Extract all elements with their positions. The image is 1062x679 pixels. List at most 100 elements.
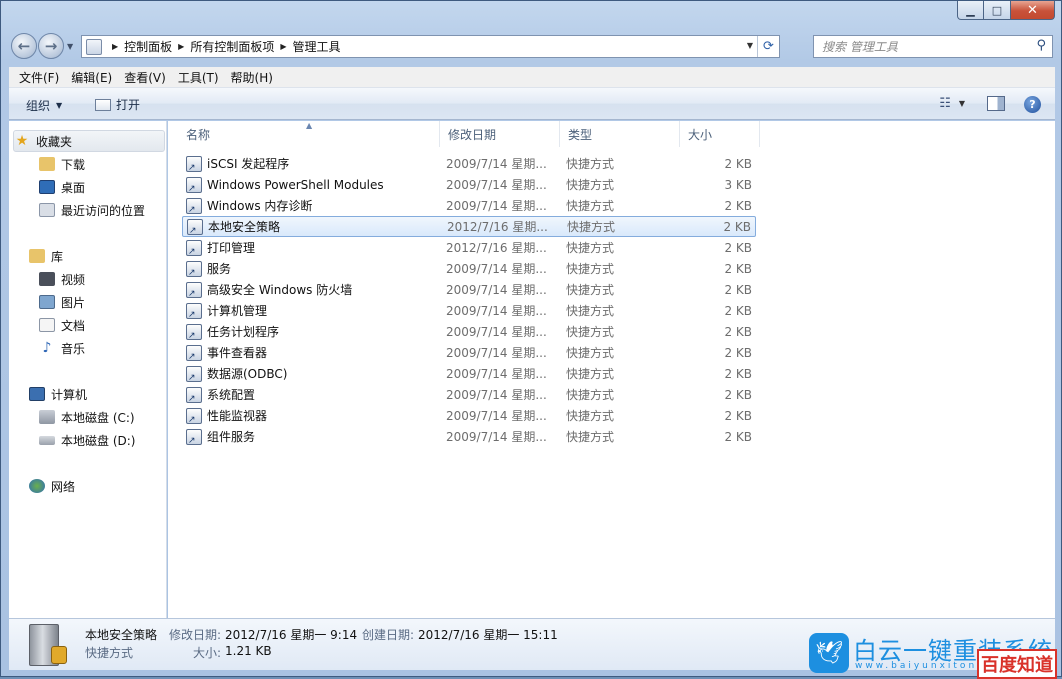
column-header-size[interactable]: 大小 xyxy=(680,121,760,147)
file-date: 2012/7/16 星期... xyxy=(447,220,548,234)
search-icon[interactable]: ⚲ xyxy=(1036,38,1046,53)
minimize-button[interactable]: ▁ xyxy=(957,1,984,20)
shortcut-icon xyxy=(187,218,203,236)
change-view-button[interactable]: ☷ ▼ xyxy=(939,96,965,111)
nav-music[interactable]: ♪ 音乐 xyxy=(39,337,85,359)
menu-edit[interactable]: 编辑(E) xyxy=(65,69,118,86)
nav-computer[interactable]: 计算机 xyxy=(29,383,87,405)
organize-button[interactable]: 组织 ▼ xyxy=(26,97,62,114)
menu-help[interactable]: 帮助(H) xyxy=(225,69,279,86)
file-row[interactable]: Windows PowerShell Modules 2009/7/14 星期.… xyxy=(182,174,756,195)
file-type: 快捷方式 xyxy=(566,367,615,381)
file-row[interactable]: 系统配置 2009/7/14 星期... 快捷方式 2 KB xyxy=(182,384,756,405)
file-size: 2 KB xyxy=(723,219,751,234)
nav-desktop[interactable]: 桌面 xyxy=(39,176,85,198)
nav-downloads[interactable]: 下载 xyxy=(39,153,85,175)
file-row[interactable]: iSCSI 发起程序 2009/7/14 星期... 快捷方式 2 KB xyxy=(182,153,756,174)
column-header-size-label: 大小 xyxy=(688,127,713,142)
details-file-name: 本地安全策略 xyxy=(85,628,158,642)
search-input[interactable]: 搜索 管理工具 ⚲ xyxy=(813,35,1053,58)
shortcut-icon xyxy=(186,302,202,320)
nav-network[interactable]: 网络 xyxy=(29,475,75,497)
shortcut-icon xyxy=(186,281,202,299)
file-row[interactable]: 组件服务 2009/7/14 星期... 快捷方式 2 KB xyxy=(182,426,756,447)
breadcrumb-control-panel[interactable]: 控制面板 xyxy=(124,38,172,55)
nav-drive-c[interactable]: 本地磁盘 (C:) xyxy=(39,406,135,428)
file-name: 打印管理 xyxy=(207,241,256,255)
navigation-pane: ★ 收藏夹 下载 桌面 最近访问的位置 库 视频 图片 文档 ♪ 音乐 计算机 … xyxy=(9,121,167,618)
nav-videos[interactable]: 视频 xyxy=(39,268,85,290)
recent-places-icon xyxy=(39,203,55,217)
recent-pages-dropdown-icon[interactable]: ▼ xyxy=(67,42,73,51)
preview-pane-button[interactable] xyxy=(987,96,1005,111)
nav-recent-label: 最近访问的位置 xyxy=(61,203,146,218)
file-type: 快捷方式 xyxy=(566,178,615,192)
open-button[interactable]: 打开 xyxy=(95,96,140,113)
nav-drive-d[interactable]: 本地磁盘 (D:) xyxy=(39,429,135,451)
file-date: 2009/7/14 星期... xyxy=(446,283,547,297)
chevron-right-icon[interactable]: ▶ xyxy=(178,42,184,51)
menu-view[interactable]: 查看(V) xyxy=(118,69,172,86)
file-date: 2009/7/14 星期... xyxy=(446,388,547,402)
file-size: 2 KB xyxy=(724,240,752,255)
file-size: 2 KB xyxy=(724,429,752,444)
file-row[interactable]: 数据源(ODBC) 2009/7/14 星期... 快捷方式 2 KB xyxy=(182,363,756,384)
control-panel-icon xyxy=(86,38,102,55)
details-file-kind: 快捷方式 xyxy=(85,646,134,660)
lock-icon xyxy=(51,646,67,664)
file-date: 2009/7/14 星期... xyxy=(446,409,547,423)
menu-file[interactable]: 文件(F) xyxy=(13,69,65,86)
nav-documents[interactable]: 文档 xyxy=(39,314,85,336)
open-icon xyxy=(95,98,111,111)
file-name: 计算机管理 xyxy=(207,304,268,318)
address-bar[interactable]: ▶ 控制面板 ▶ 所有控制面板项 ▶ 管理工具 ▼ ⟳ xyxy=(81,35,780,58)
chevron-right-icon[interactable]: ▶ xyxy=(112,42,118,51)
back-button[interactable]: ← xyxy=(11,33,37,59)
file-name: 任务计划程序 xyxy=(207,325,280,339)
nav-drive-d-label: 本地磁盘 (D:) xyxy=(61,433,136,448)
file-name: 性能监视器 xyxy=(207,409,268,423)
chevron-right-icon[interactable]: ▶ xyxy=(280,42,286,51)
help-button[interactable]: ? xyxy=(1024,96,1041,113)
file-size: 2 KB xyxy=(724,261,752,276)
details-modified-value: 2012/7/16 星期一 9:14 xyxy=(225,628,358,642)
nav-downloads-label: 下载 xyxy=(61,157,86,172)
file-row[interactable]: 计算机管理 2009/7/14 星期... 快捷方式 2 KB xyxy=(182,300,756,321)
documents-icon xyxy=(39,318,55,332)
file-row[interactable]: 打印管理 2012/7/16 星期... 快捷方式 2 KB xyxy=(182,237,756,258)
column-header-date[interactable]: 修改日期 xyxy=(440,121,560,147)
file-row[interactable]: 性能监视器 2009/7/14 星期... 快捷方式 2 KB xyxy=(182,405,756,426)
nav-libraries[interactable]: 库 xyxy=(29,245,63,267)
nav-pictures[interactable]: 图片 xyxy=(39,291,85,313)
nav-recent[interactable]: 最近访问的位置 xyxy=(39,199,145,221)
file-size: 2 KB xyxy=(724,303,752,318)
file-row[interactable]: 高级安全 Windows 防火墙 2009/7/14 星期... 快捷方式 2 … xyxy=(182,279,756,300)
forward-button[interactable]: → xyxy=(38,33,64,59)
nav-network-label: 网络 xyxy=(51,479,76,494)
libraries-icon xyxy=(29,249,45,263)
explorer-window: ▁ □ ✕ ← → ▼ ▶ 控制面板 ▶ 所有控制面板项 ▶ 管理工具 ▼ ⟳ … xyxy=(0,0,1062,679)
file-name: 系统配置 xyxy=(207,388,256,402)
breadcrumb-admin-tools[interactable]: 管理工具 xyxy=(293,38,341,55)
pictures-icon xyxy=(39,295,55,309)
address-history-dropdown-icon[interactable]: ▼ xyxy=(747,41,753,50)
refresh-icon[interactable]: ⟳ xyxy=(757,36,779,57)
breadcrumb-all-items[interactable]: 所有控制面板项 xyxy=(190,38,274,55)
close-button[interactable]: ✕ xyxy=(1011,1,1055,20)
column-header-type[interactable]: 类型 xyxy=(560,121,680,147)
nav-favorites-label: 收藏夹 xyxy=(36,134,73,149)
file-row[interactable]: 服务 2009/7/14 星期... 快捷方式 2 KB xyxy=(182,258,756,279)
network-icon xyxy=(29,479,45,493)
file-row[interactable]: 任务计划程序 2009/7/14 星期... 快捷方式 2 KB xyxy=(182,321,756,342)
nav-documents-label: 文档 xyxy=(61,318,86,333)
file-name: 数据源(ODBC) xyxy=(207,367,288,381)
file-row[interactable]: 事件查看器 2009/7/14 星期... 快捷方式 2 KB xyxy=(182,342,756,363)
nav-favorites[interactable]: ★ 收藏夹 xyxy=(13,130,165,152)
shortcut-icon xyxy=(186,260,202,278)
file-name: 高级安全 Windows 防火墙 xyxy=(207,283,353,297)
downloads-folder-icon xyxy=(39,157,55,171)
menu-tools[interactable]: 工具(T) xyxy=(172,69,225,86)
file-row-selected[interactable]: 本地安全策略 2012/7/16 星期... 快捷方式 2 KB xyxy=(182,216,756,237)
file-row[interactable]: Windows 内存诊断 2009/7/14 星期... 快捷方式 2 KB xyxy=(182,195,756,216)
maximize-button[interactable]: □ xyxy=(984,1,1011,20)
